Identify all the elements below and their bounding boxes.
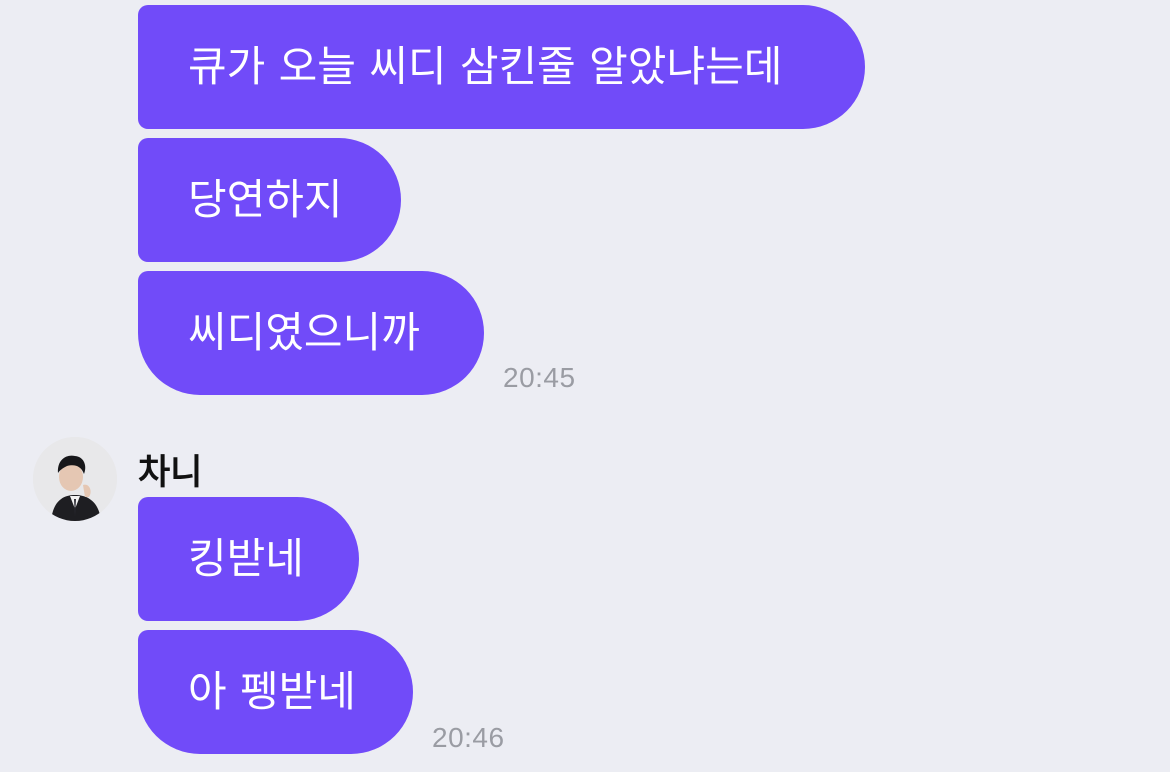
sender-avatar[interactable] [33, 437, 117, 521]
message-timestamp: 20:46 [432, 722, 505, 753]
sender-name: 차니 [138, 453, 203, 493]
message-bubble[interactable]: 킹받네 [138, 497, 359, 621]
message-bubble[interactable]: 당연하지 [138, 138, 401, 262]
profile-photo-icon [33, 437, 117, 521]
message-bubble[interactable]: 씨디였으니까 [138, 271, 484, 395]
message-timestamp: 20:45 [503, 362, 576, 393]
message-bubble[interactable]: 큐가 오늘 씨디 삼킨줄 알았냐는데 [138, 5, 865, 129]
message-bubble[interactable]: 아 펭받네 [138, 630, 413, 754]
